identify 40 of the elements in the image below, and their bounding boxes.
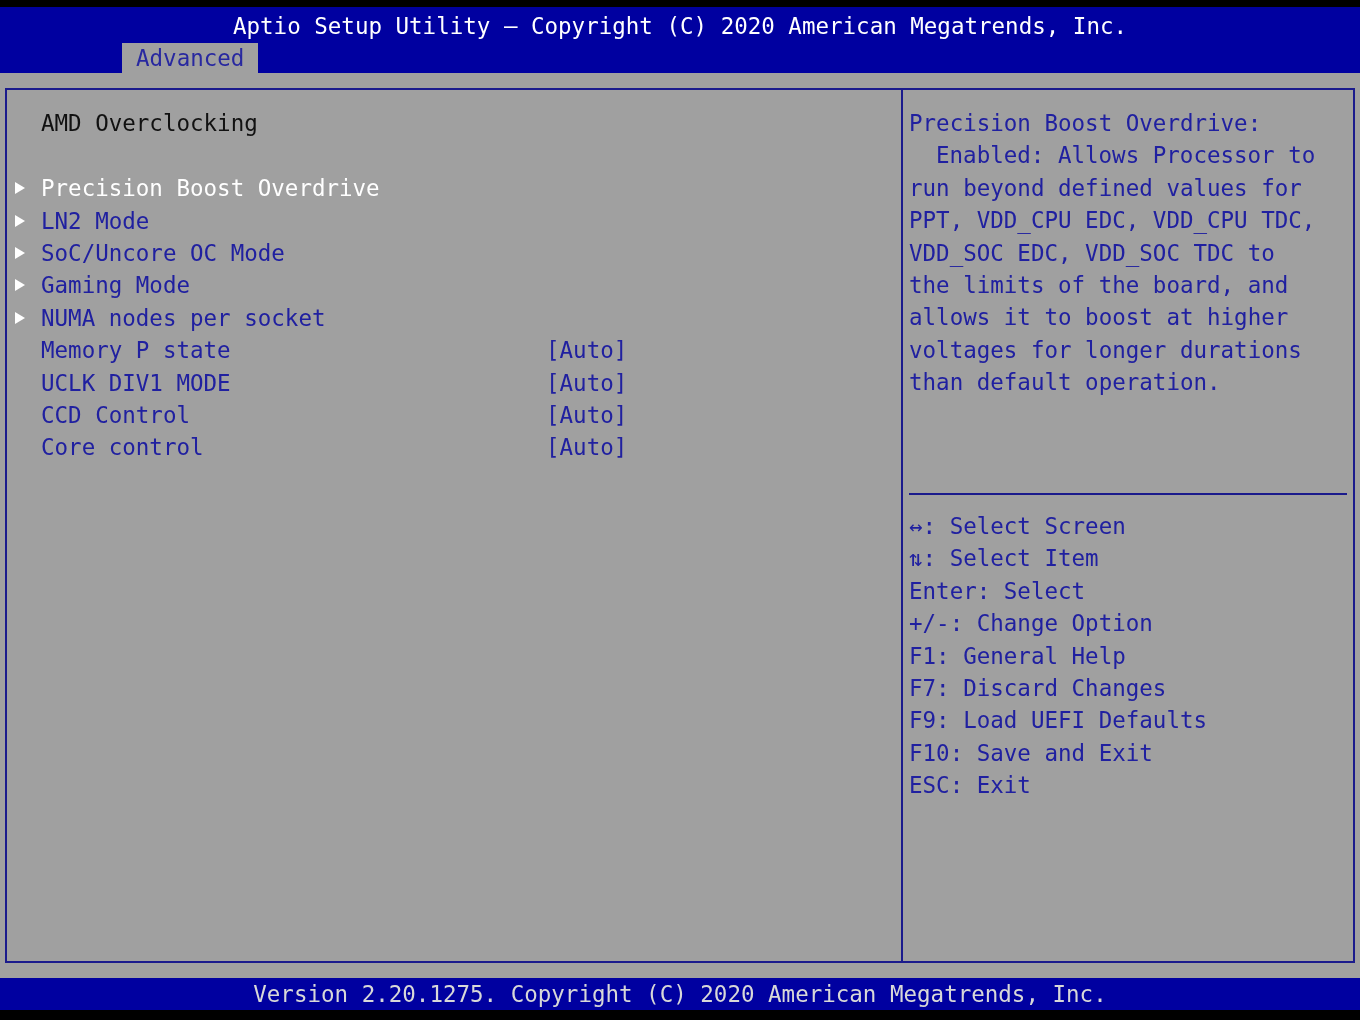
help-text: allows it to boost at higher: [909, 303, 1290, 333]
help-text: Enabled: Allows Processor to: [935, 141, 1317, 171]
triangle-icon: [15, 182, 25, 195]
key-hint: +/-: Change Option: [909, 609, 1154, 639]
header-title: Aptio Setup Utility – Copyright (C) 2020 American Megatrends, Inc.: [231, 12, 1128, 40]
footer-text: Version 2.20.1275. Copyright (C) 2020 American Megatrends, Inc.: [253, 981, 1107, 1007]
triangle-icon: [15, 246, 25, 259]
help-text: run beyond defined values for: [909, 173, 1303, 203]
setting-value[interactable]: [Auto]: [546, 401, 628, 428]
menu-item[interactable]: SoC/Uncore OC Mode: [41, 239, 546, 266]
setting-value[interactable]: [Auto]: [546, 337, 628, 364]
key-hint: ESC: Exit: [909, 771, 1032, 801]
menu-item[interactable]: CCD Control: [41, 401, 546, 428]
help-text: Precision Boost Overdrive:: [909, 109, 1263, 138]
key-hint: ⇅: Select Item: [909, 544, 1100, 574]
key-hint: F9: Load UEFI Defaults: [909, 706, 1208, 736]
help-text: PPT, VDD_CPU EDC, VDD_CPU TDC,: [909, 206, 1317, 236]
key-hint: Enter: Select: [909, 576, 1087, 606]
triangle-icon: [15, 214, 25, 227]
menu-tab[interactable]: Advanced: [122, 43, 259, 73]
help-text: the limits of the board, and: [909, 270, 1290, 300]
menu-item[interactable]: Gaming Mode: [41, 272, 546, 299]
menu-item[interactable]: Memory P state: [41, 337, 546, 364]
key-hint: F10: Save and Exit: [909, 738, 1154, 768]
triangle-icon: [15, 311, 25, 324]
setting-value[interactable]: [Auto]: [546, 369, 628, 396]
help-text: than default operation.: [909, 368, 1222, 398]
setting-value[interactable]: [Auto]: [546, 434, 628, 461]
menu-item[interactable]: LN2 Mode: [41, 207, 546, 234]
menu-item[interactable]: UCLK DIV1 MODE: [41, 369, 546, 396]
key-hint: ↔: Select Screen: [909, 512, 1127, 541]
menu-item[interactable]: NUMA nodes per socket: [41, 304, 546, 331]
key-hint: F1: General Help: [909, 641, 1127, 671]
triangle-icon: [15, 279, 25, 292]
help-text: voltages for longer durations: [909, 335, 1303, 365]
help-text: VDD_SOC EDC, VDD_SOC TDC to: [909, 238, 1276, 269]
key-hint: F7: Discard Changes: [909, 673, 1168, 703]
page-title: AMD Overclocking: [40, 109, 259, 138]
menu-item[interactable]: Precision Boost Overdrive: [41, 175, 546, 202]
menu-item[interactable]: Core control: [41, 434, 546, 461]
